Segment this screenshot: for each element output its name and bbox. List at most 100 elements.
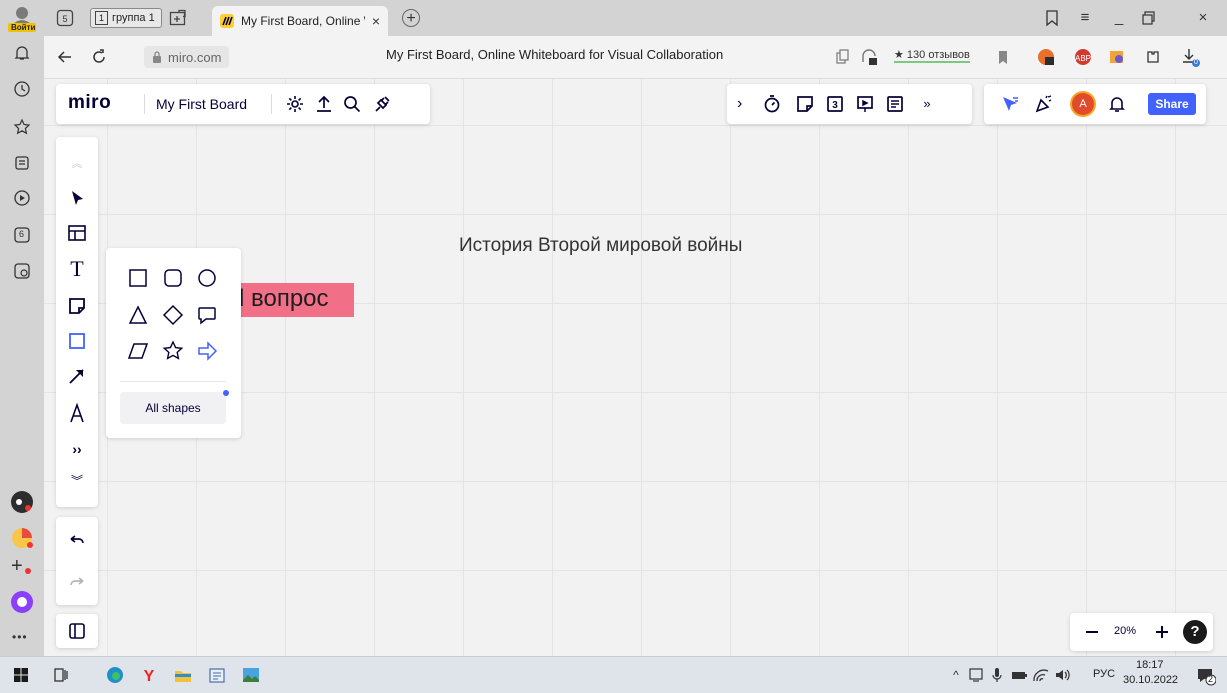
close-tab-icon[interactable]: × <box>372 13 380 29</box>
connection-line-icon[interactable] <box>67 366 87 386</box>
templates-icon[interactable] <box>67 223 87 243</box>
select-cursor-icon[interactable] <box>67 189 87 209</box>
frames-panel-toggle[interactable] <box>56 614 98 648</box>
miro-logo[interactable]: miro <box>68 92 111 114</box>
notifications-bell-icon[interactable] <box>1107 94 1127 114</box>
copy-link-icon[interactable] <box>834 48 852 66</box>
bookmarks-bar-icon[interactable] <box>1043 9 1061 27</box>
back-icon[interactable] <box>56 48 74 66</box>
rectangle-shape-icon[interactable] <box>127 267 149 289</box>
volume-icon[interactable] <box>1054 666 1072 684</box>
sticky-note-tool-icon[interactable] <box>795 94 815 114</box>
new-group-icon[interactable] <box>169 9 187 27</box>
extension-shield-icon[interactable] <box>1037 48 1055 66</box>
zoom-out-icon[interactable] <box>1082 622 1102 642</box>
board-heading-text[interactable]: История Второй мировой войны <box>459 235 742 257</box>
screenshot-icon[interactable] <box>13 262 31 280</box>
collections-icon[interactable] <box>13 154 31 172</box>
minimize-icon[interactable]: _ <box>1109 9 1129 27</box>
settings-gear-icon[interactable] <box>285 94 305 114</box>
undo-icon[interactable] <box>67 531 87 551</box>
tab-miro-board[interactable]: My First Board, Online W × <box>212 6 388 36</box>
history-icon[interactable] <box>13 80 31 98</box>
notification-center-icon[interactable]: 2 <box>1196 666 1216 686</box>
url-field[interactable]: miro.com <box>144 46 230 68</box>
adblock-icon[interactable]: ABP <box>1074 48 1092 66</box>
file-explorer-icon[interactable] <box>174 666 192 684</box>
alice-assistant-icon[interactable] <box>11 591 33 613</box>
tray-chevron-up-icon[interactable]: ^ <box>947 666 965 684</box>
celebrate-icon[interactable] <box>1034 94 1054 114</box>
extensions-icon[interactable] <box>1144 48 1162 66</box>
arrow-shape-icon[interactable] <box>196 340 218 362</box>
tab-panel-icon[interactable]: 6 <box>13 226 31 244</box>
tab-counter-icon[interactable]: 5 <box>56 9 74 27</box>
redo-icon[interactable] <box>67 573 87 593</box>
tab-group-chip[interactable]: 1 группа 1 <box>90 8 162 28</box>
rhombus-shape-icon[interactable] <box>162 304 184 326</box>
new-tab-button[interactable]: + <box>402 9 420 27</box>
menu-icon[interactable]: ≡ <box>1075 9 1095 27</box>
favorites-star-icon[interactable] <box>13 118 31 136</box>
pen-icon[interactable] <box>67 403 87 423</box>
export-icon[interactable] <box>314 94 334 114</box>
integrations-plug-icon[interactable] <box>372 94 392 114</box>
login-button[interactable]: Войти <box>6 3 38 33</box>
yandex-browser-icon[interactable]: Y <box>140 666 158 684</box>
zoom-level[interactable]: 20% <box>1114 625 1136 637</box>
edge-browser-icon[interactable] <box>106 666 124 684</box>
star-shape-icon[interactable] <box>162 340 184 362</box>
chevron-down-icon[interactable]: ︾ <box>67 471 87 491</box>
reviews-link[interactable]: ★ 130 отзывов <box>894 48 970 63</box>
more-tools-icon[interactable]: ›› <box>67 439 87 459</box>
text-tool-icon[interactable]: T <box>67 258 87 280</box>
circle-shape-icon[interactable] <box>196 267 218 289</box>
help-button[interactable]: ? <box>1183 620 1207 644</box>
speech-bubble-shape-icon[interactable] <box>196 304 218 326</box>
sticky-note[interactable]: l вопрос <box>238 283 354 317</box>
more-dots-icon[interactable]: ••• <box>12 630 28 644</box>
share-button[interactable]: Share <box>1148 93 1196 115</box>
windows-start-icon[interactable] <box>12 666 30 684</box>
all-shapes-button[interactable]: All shapes <box>120 392 226 424</box>
task-view-icon[interactable] <box>52 666 70 684</box>
media-play-icon[interactable] <box>13 189 31 207</box>
chevron-right-icon[interactable]: › <box>737 94 757 114</box>
shape-tool-icon[interactable] <box>67 331 87 351</box>
search-icon[interactable] <box>342 94 362 114</box>
voting-icon[interactable]: 3 <box>825 94 845 114</box>
user-avatar[interactable]: A <box>1072 93 1094 115</box>
presentation-icon[interactable] <box>855 94 875 114</box>
sticky-note-icon[interactable] <box>67 296 87 316</box>
rounded-rectangle-shape-icon[interactable] <box>162 267 184 289</box>
calendar-app-icon[interactable] <box>208 666 226 684</box>
input-language[interactable]: РУС <box>1093 668 1115 680</box>
timer-icon[interactable] <box>762 94 782 114</box>
yandex-app-icon[interactable] <box>11 527 33 549</box>
restore-icon[interactable] <box>1140 9 1160 27</box>
collapse-up-icon[interactable]: ︽ <box>67 155 87 175</box>
reload-icon[interactable] <box>90 48 108 66</box>
microphone-icon[interactable] <box>988 666 1006 684</box>
clock-date[interactable]: 30.10.2022 <box>1123 674 1178 686</box>
wifi-icon[interactable] <box>1032 666 1050 684</box>
bookmark-icon[interactable] <box>994 48 1012 66</box>
board-name[interactable]: My First Board <box>156 96 247 112</box>
triangle-shape-icon[interactable] <box>127 304 149 326</box>
notifications-bell-icon[interactable] <box>13 44 31 62</box>
protect-icon[interactable] <box>860 48 878 66</box>
more-chevron-down-icon[interactable]: » <box>917 94 937 114</box>
extension-puzzle-icon[interactable] <box>1108 48 1126 66</box>
cursor-visibility-icon[interactable] <box>1000 94 1020 114</box>
alice-app-icon[interactable] <box>11 491 33 513</box>
parallelogram-shape-icon[interactable] <box>127 340 149 362</box>
battery-icon[interactable] <box>1010 666 1028 684</box>
clock-time[interactable]: 18:17 <box>1136 659 1164 671</box>
downloads-icon[interactable]: 0 <box>1182 48 1200 67</box>
notes-icon[interactable] <box>885 94 905 114</box>
add-panel-icon[interactable]: + <box>11 555 33 577</box>
tray-app-icon[interactable] <box>967 666 985 684</box>
close-window-icon[interactable]: × <box>1193 9 1213 27</box>
zoom-in-icon[interactable] <box>1152 622 1172 642</box>
photos-app-icon[interactable] <box>242 666 260 684</box>
